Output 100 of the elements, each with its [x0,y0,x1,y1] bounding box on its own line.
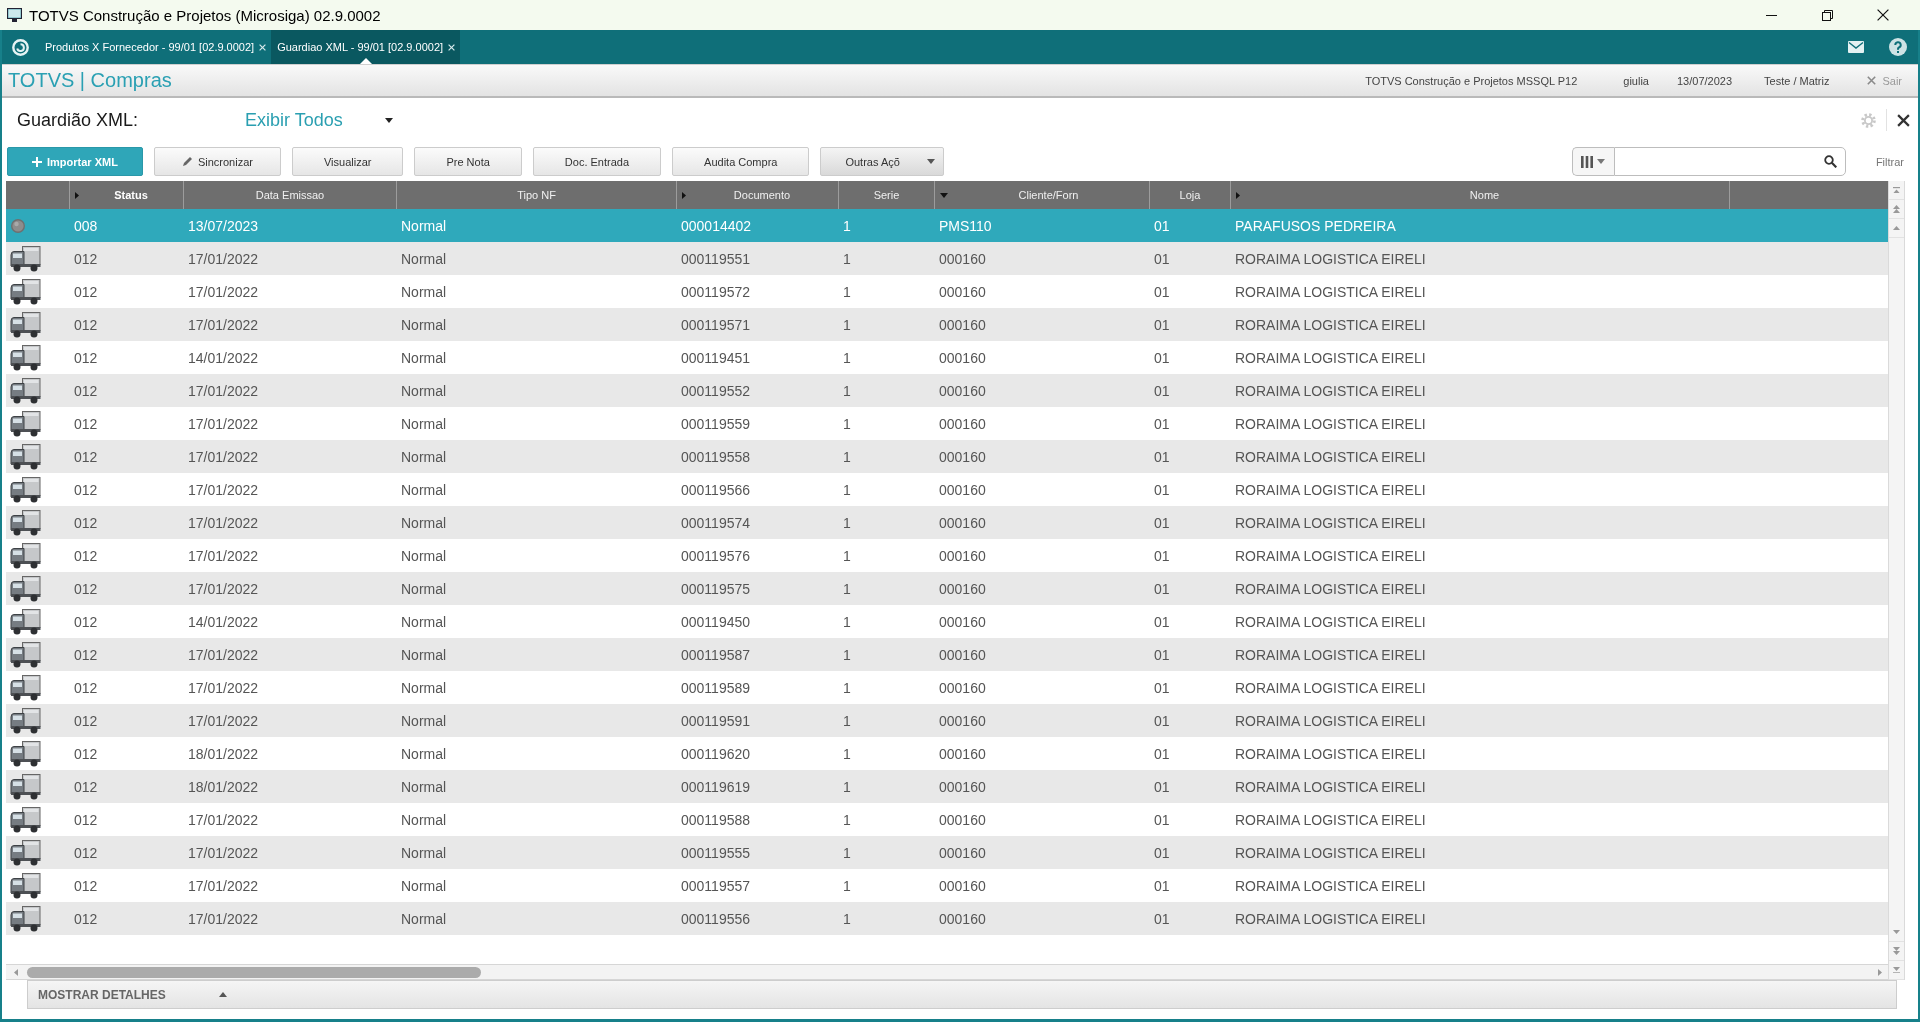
table-row[interactable]: 012 17/01/2022 Normal 000119575 1 000160 01 RORAIMA LOGISTICA EIRELI [6,572,1888,605]
table-cell-text: 1 [842,909,852,929]
table-cell-text: 000119551 [680,249,752,269]
scroll-bottom-icon[interactable] [1893,966,1900,974]
truck-icon [10,410,41,437]
table-cell-text: 01 [1153,348,1171,368]
scroll-top-icon[interactable] [1893,186,1900,194]
close-icon[interactable] [1877,9,1889,21]
logo-icon[interactable] [12,38,29,56]
arrow-up-icon[interactable] [1893,226,1900,230]
table-cell-text: 18/01/2022 [187,744,260,764]
table-cell-text: 01 [1153,381,1171,401]
menu-button[interactable]: Outras Açõ [820,147,944,176]
table-cell-text: Normal [400,876,448,896]
tab[interactable]: Guardiao XML - 99/01 [02.9.0002] [271,30,461,64]
table-cell-text: 01 [1153,282,1171,302]
page-up-icon[interactable] [1893,205,1900,213]
search-field[interactable] [1613,147,1846,176]
table-cell-text: 000160 [938,546,987,566]
table-cell-text: 01 [1153,447,1171,467]
restore-icon[interactable] [1821,9,1833,21]
table-cell-text: 012 [73,810,99,830]
show-details-button[interactable]: MOSTRAR DETALHES [27,980,1897,1009]
toolbar-button[interactable]: Audita Compra [672,147,810,176]
table-row[interactable]: 012 17/01/2022 Normal 000119551 1 000160 01 RORAIMA LOGISTICA EIRELI [6,242,1888,275]
table-cell-text: RORAIMA LOGISTICA EIRELI [1234,777,1427,797]
column-chooser-button[interactable] [1571,147,1614,176]
help-icon[interactable] [1889,38,1907,56]
table-cell-text: 000160 [938,348,987,368]
arrow-down-icon[interactable] [1893,930,1900,934]
table-cell-text: 012 [73,909,99,929]
table-cell-text: 18/01/2022 [187,777,260,797]
table-cell-text: 1 [842,216,852,236]
table-cell-text: 1 [842,711,852,731]
truck-icon [10,608,41,635]
table-cell-text: Normal [400,381,448,401]
table-cell-text: 000119620 [680,744,752,764]
table-cell-text: 000160 [938,381,987,401]
table-cell-text: Normal [400,744,448,764]
minimize-icon[interactable] [1765,14,1777,16]
table-cell-text: 17/01/2022 [187,414,260,434]
table-cell-text: 000119575 [680,579,752,599]
table-row[interactable]: 012 18/01/2022 Normal 000119619 1 000160 01 RORAIMA LOGISTICA EIRELI [6,770,1888,803]
truck-icon [10,707,41,734]
table-row[interactable]: 012 17/01/2022 Normal 000119552 1 000160 01 RORAIMA LOGISTICA EIRELI [6,374,1888,407]
search-icon[interactable] [1823,155,1837,168]
table-cell-text: 01 [1153,810,1171,830]
table-cell-text: 1 [842,348,852,368]
scrollbar-thumb[interactable] [27,966,481,978]
table-cell-text: 000160 [938,447,987,467]
table-cell-text: 012 [73,612,99,632]
table-cell-text: 012 [73,711,99,731]
table-cell-text: Normal [400,843,448,863]
page-down-icon[interactable] [1893,947,1900,955]
plus-icon [32,156,42,167]
table-cell-text: 1 [842,381,852,401]
horizontal-scrollbar[interactable] [6,964,1888,980]
table-row[interactable]: 012 17/01/2022 Normal 000119571 1 000160 01 RORAIMA LOGISTICA EIRELI [6,308,1888,341]
truck-icon [10,476,41,503]
table-cell-text: Normal [400,810,448,830]
table-cell-text: Normal [400,480,448,500]
arrow-right-icon[interactable] [1878,968,1882,976]
toolbar-button[interactable]: Sincronizar [153,147,281,176]
table-cell-text: 14/01/2022 [187,348,260,368]
settings-icon[interactable] [1861,112,1876,128]
table-cell-text: 17/01/2022 [187,579,260,599]
table-cell-text: 17/01/2022 [187,711,260,731]
tab[interactable]: Produtos X Fornecedor - 99/01 [02.9.0002] [36,30,272,64]
table-cell-text: 000119557 [680,876,752,896]
table-row[interactable]: 012 17/01/2022 Normal 000119555 1 000160 01 RORAIMA LOGISTICA EIRELI [6,836,1888,869]
truck-icon [10,575,41,602]
table-cell-text: 000119566 [680,480,752,500]
table-row[interactable]: 012 17/01/2022 Normal 000119574 1 000160 01 RORAIMA LOGISTICA EIRELI [6,506,1888,539]
table-row[interactable]: 012 17/01/2022 Normal 000119556 1 000160 01 RORAIMA LOGISTICA EIRELI [6,902,1888,935]
table-cell-text: 01 [1153,777,1171,797]
table-cell-text: 000119556 [680,909,752,929]
table-row[interactable]: 012 17/01/2022 Normal 000119587 1 000160 01 RORAIMA LOGISTICA EIRELI [6,638,1888,671]
table-row[interactable]: 012 17/01/2022 Normal 000119591 1 000160 01 RORAIMA LOGISTICA EIRELI [6,704,1888,737]
table-cell-text: 1 [842,810,852,830]
filter-button[interactable]: Filtrar [1875,155,1904,168]
table-cell-text: 17/01/2022 [187,480,260,500]
table-cell-text: PARAFUSOS PEDREIRA [1234,216,1397,236]
table-cell-text: 000160 [938,810,987,830]
module-title: TOTVS | Compras [8,69,173,92]
table-cell-text: Normal [400,909,448,929]
toolbar-button[interactable]: Visualizar [291,147,404,176]
vertical-scrollbar[interactable] [1888,181,1905,980]
table-cell-text: 012 [73,315,99,335]
table-cell-text: 000160 [938,876,987,896]
toolbar-button[interactable]: Doc. Entrada [532,147,662,176]
arrow-left-icon[interactable] [14,968,18,976]
mail-icon[interactable] [1848,41,1864,53]
table-row[interactable]: 012 17/01/2022 Normal 000119558 1 000160 01 RORAIMA LOGISTICA EIRELI [6,440,1888,473]
toolbar-button[interactable]: Pre Nota [414,147,522,176]
table-cell-text: RORAIMA LOGISTICA EIRELI [1234,348,1427,368]
status-dot-icon [11,218,25,233]
close-icon[interactable] [1897,113,1910,127]
table-cell-text: 1 [842,876,852,896]
truck-icon [10,377,41,404]
table-cell-text: 1 [842,447,852,467]
